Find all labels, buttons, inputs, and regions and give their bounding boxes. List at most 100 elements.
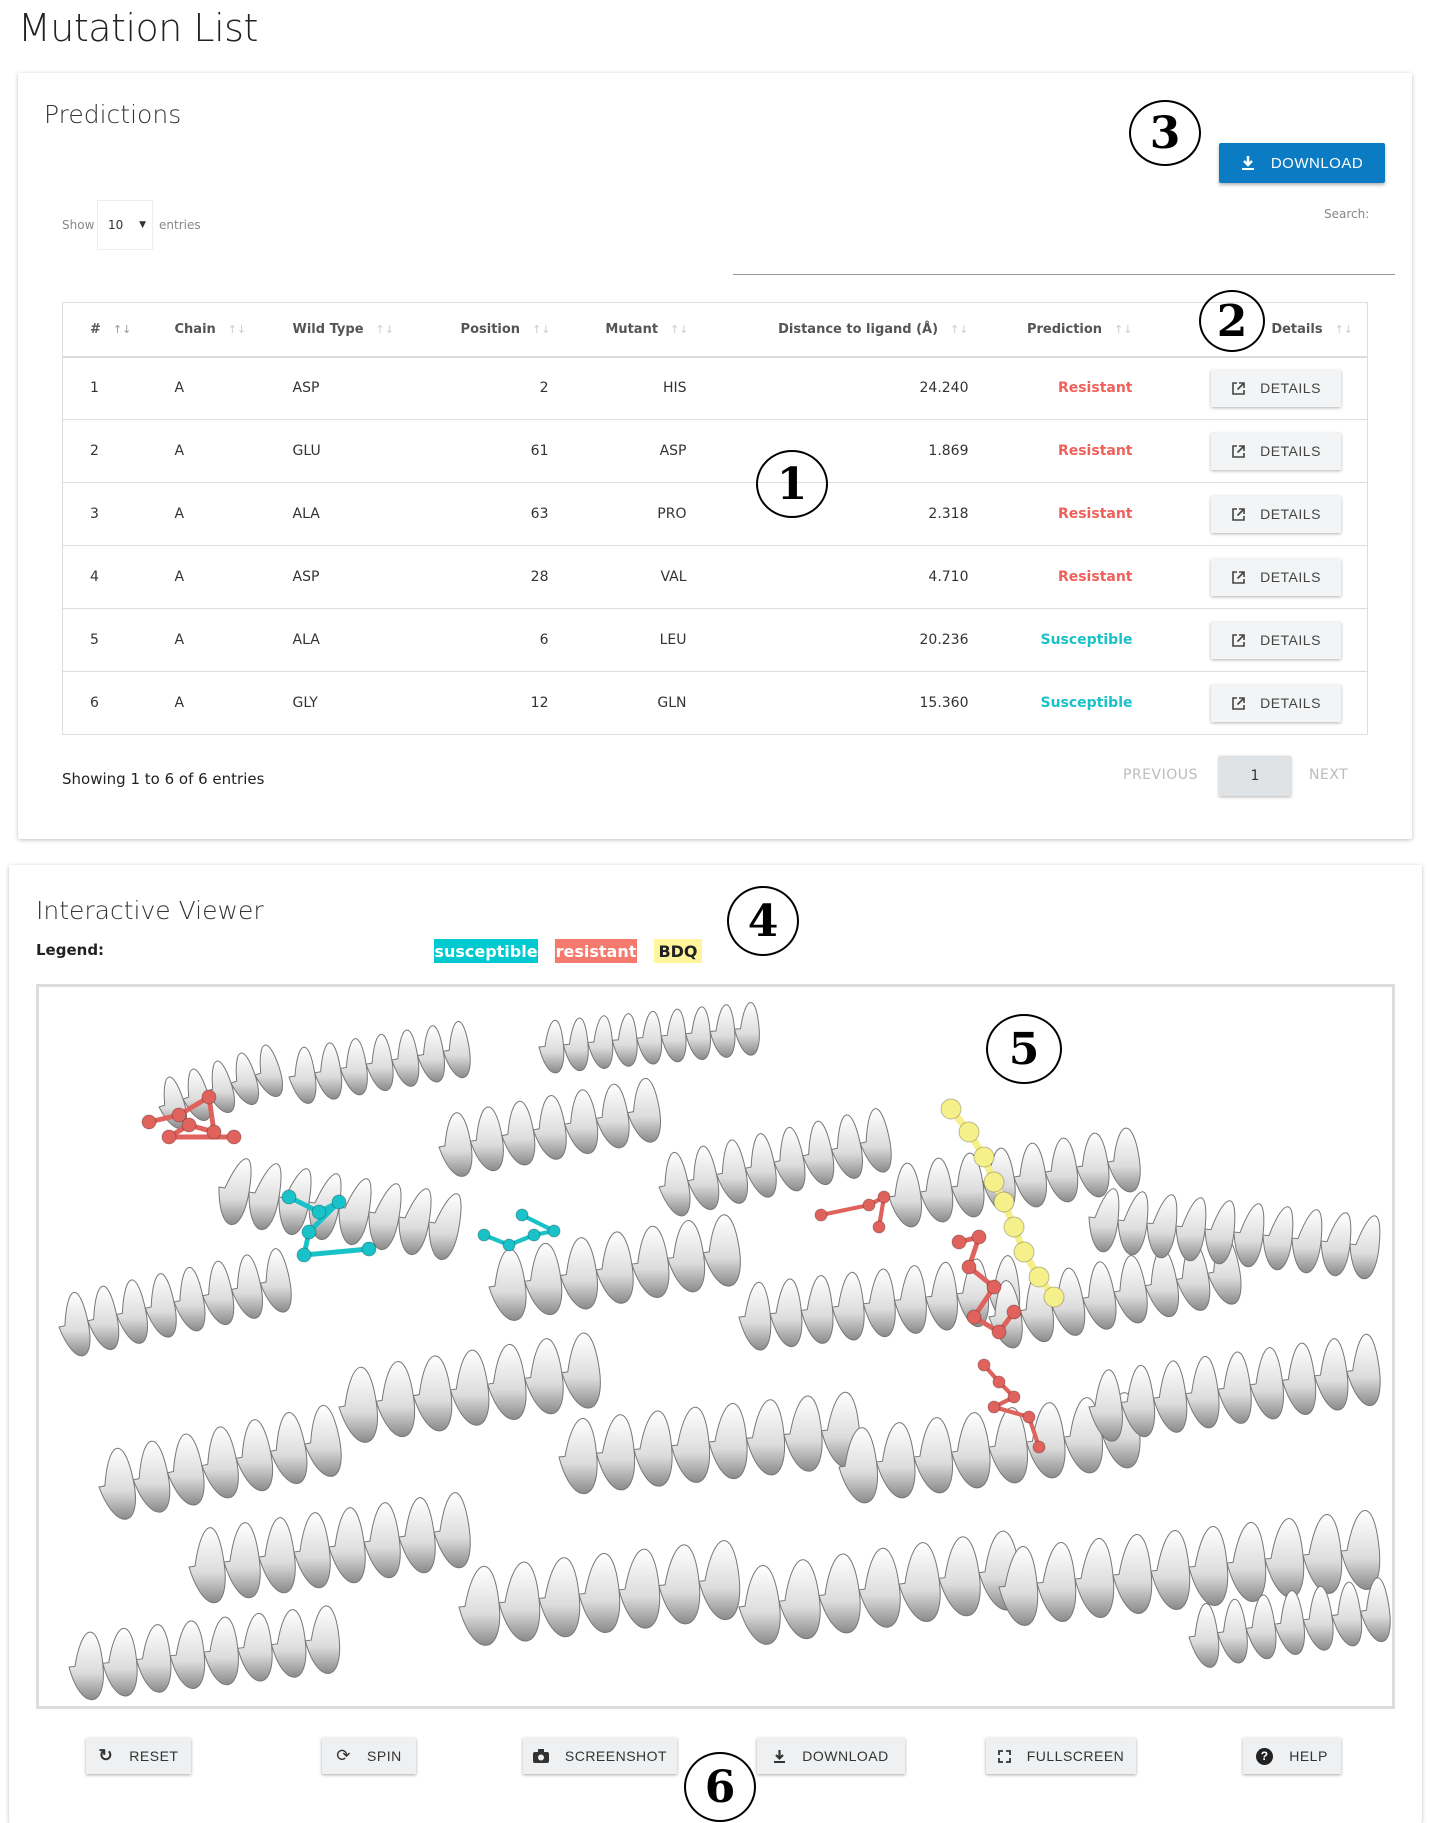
annotation-4: 4 <box>727 886 799 956</box>
cell-chain: A <box>174 545 293 609</box>
col-label: # <box>90 321 101 337</box>
fullscreen-label: FULLSCREEN <box>1026 1748 1125 1764</box>
details-button[interactable]: DETAILS <box>1211 558 1341 596</box>
reset-button[interactable]: ↻ RESET <box>86 1738 191 1774</box>
screenshot-button[interactable]: SCREENSHOT <box>523 1738 677 1774</box>
details-button[interactable]: DETAILS <box>1211 369 1341 407</box>
col-distance[interactable]: Distance to ligand (Å) ↑↓ <box>700 302 971 358</box>
col-chain[interactable]: Chain ↑↓ <box>174 302 293 358</box>
helix-ribbon <box>338 1332 601 1443</box>
cell-wild-type: GLY <box>292 671 435 735</box>
col-mutant[interactable]: Mutant ↑↓ <box>562 302 701 358</box>
download-predictions-button[interactable]: DOWNLOAD <box>1219 143 1385 183</box>
screenshot-label: SCREENSHOT <box>564 1748 668 1764</box>
show-label: Show <box>62 218 95 232</box>
sort-icon: ↑↓ <box>950 322 969 336</box>
caret-down-icon: ▼ <box>139 220 146 230</box>
col-label: Mutant <box>605 321 659 337</box>
details-button[interactable]: DETAILS <box>1211 495 1341 533</box>
col-position[interactable]: Position ↑↓ <box>434 302 563 358</box>
spin-button[interactable]: ⟳ SPIN <box>322 1738 416 1774</box>
cell-distance: 20.236 <box>700 608 971 672</box>
table-row: 6 A GLY 12 GLN 15.360 Susceptible DETAIL… <box>62 671 1368 735</box>
page-title: Mutation List <box>18 6 258 50</box>
download-label: DOWNLOAD <box>1270 154 1364 172</box>
cell-mutant: GLN <box>562 671 701 735</box>
page-1-button[interactable]: 1 <box>1219 756 1291 796</box>
helix-ribbon <box>558 1391 861 1495</box>
table-row: 4 A ASP 28 VAL 4.710 Resistant DETAILS <box>62 545 1368 609</box>
cell-distance: 24.240 <box>700 356 971 420</box>
spin-label: SPIN <box>367 1748 402 1764</box>
cell-position: 61 <box>434 419 563 483</box>
helix-ribbon <box>1088 1333 1381 1442</box>
helix-ribbon <box>98 1404 342 1520</box>
details-button[interactable]: DETAILS <box>1211 621 1341 659</box>
cell-mutant: PRO <box>562 482 701 546</box>
details-label: DETAILS <box>1260 695 1321 711</box>
details-label: DETAILS <box>1260 506 1321 522</box>
annotation-3: 3 <box>1129 100 1201 166</box>
viewer-title: Interactive Viewer <box>36 896 264 925</box>
entries-label: entries <box>159 218 201 232</box>
table-header-row: # ↑↓ Chain ↑↓ Wild Type ↑↓ Position ↑↓ Mutan… <box>62 302 1368 358</box>
col-label: Position <box>460 321 521 337</box>
cell-prediction: Resistant <box>970 545 1133 609</box>
details-label: DETAILS <box>1260 443 1321 459</box>
reset-icon: ↻ <box>98 1746 114 1765</box>
cell-wild-type: ALA <box>292 608 435 672</box>
helix-ribbon <box>538 1002 760 1074</box>
cell-details: DETAILS <box>1132 545 1368 609</box>
annotation-5: 5 <box>986 1014 1062 1084</box>
fullscreen-button[interactable]: FULLSCREEN <box>986 1738 1136 1774</box>
cell-position: 2 <box>434 356 563 420</box>
helix-ribbon <box>288 1020 471 1104</box>
external-link-icon <box>1232 570 1245 584</box>
col-prediction[interactable]: Prediction ↑↓ <box>970 302 1133 358</box>
download-structure-button[interactable]: DOWNLOAD <box>757 1738 905 1774</box>
protein-3d-viewer[interactable] <box>36 984 1395 1709</box>
cell-chain: A <box>174 482 293 546</box>
cell-mutant: VAL <box>562 545 701 609</box>
cell-distance: 4.710 <box>700 545 971 609</box>
details-label: DETAILS <box>1260 632 1321 648</box>
predictions-card: Predictions DOWNLOAD Show 10 ▼ entries Se… <box>18 73 1412 839</box>
camera-icon <box>532 1749 549 1763</box>
helix-ribbon <box>188 1492 471 1604</box>
details-button[interactable]: DETAILS <box>1211 684 1341 722</box>
cell-mutant: HIS <box>562 356 701 420</box>
cell-prediction: Resistant <box>970 482 1133 546</box>
legend-label: Legend: <box>36 941 105 959</box>
cell-position: 6 <box>434 608 563 672</box>
helix-ribbon <box>738 1530 1021 1645</box>
previous-button[interactable]: PREVIOUS <box>1123 767 1198 783</box>
page-length-value: 10 <box>108 218 124 232</box>
table-row: 1 A ASP 2 HIS 24.240 Resistant DETAILS <box>62 356 1368 420</box>
cell-prediction: Resistant <box>970 419 1133 483</box>
sort-icon: ↑↓ <box>112 322 132 336</box>
legend-bdq: BDQ <box>654 939 702 963</box>
cell-prediction: Susceptible <box>970 671 1133 735</box>
cell-wild-type: ASP <box>292 545 435 609</box>
help-icon: ? <box>1256 1747 1274 1765</box>
next-button[interactable]: NEXT <box>1309 767 1348 783</box>
table-info: Showing 1 to 6 of 6 entries <box>62 770 265 788</box>
search-input[interactable] <box>733 274 1395 275</box>
protein-structure-canvas[interactable] <box>39 987 1392 1706</box>
col-wild-type[interactable]: Wild Type ↑↓ <box>292 302 435 358</box>
annotation-6: 6 <box>684 1752 756 1822</box>
details-label: DETAILS <box>1260 569 1321 585</box>
page-length-select[interactable]: 10 ▼ <box>97 200 153 250</box>
table-row: 5 A ALA 6 LEU 20.236 Susceptible DETAILS <box>62 608 1368 672</box>
details-button[interactable]: DETAILS <box>1211 432 1341 470</box>
sort-icon: ↑↓ <box>532 322 551 336</box>
cell-prediction: Susceptible <box>970 608 1133 672</box>
col-label: Chain <box>174 321 216 337</box>
cell-position: 12 <box>434 671 563 735</box>
col-number[interactable]: # ↑↓ <box>62 302 175 358</box>
cell-mutant: ASP <box>562 419 701 483</box>
cell-details: DETAILS <box>1132 482 1368 546</box>
help-button[interactable]: ? HELP <box>1243 1738 1341 1774</box>
cell-details: DETAILS <box>1132 419 1368 483</box>
external-link-icon <box>1232 444 1245 458</box>
